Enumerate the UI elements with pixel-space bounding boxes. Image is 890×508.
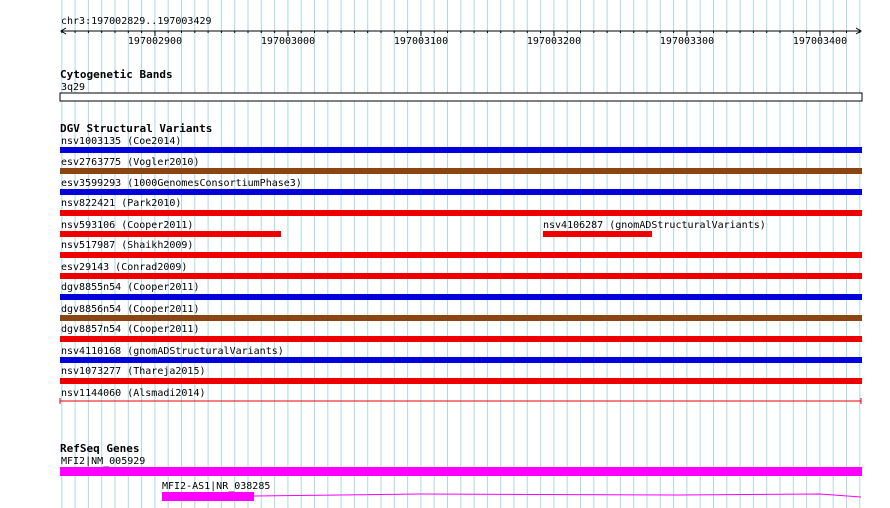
variant-label: nsv4106287 (gnomADStructuralVariants) — [543, 220, 766, 231]
variant-label: esv2763775 (Vogler2010) — [61, 157, 199, 168]
variant-label: nsv1003135 (Coe2014) — [61, 136, 181, 147]
cytoband-label: 3q29 — [61, 82, 85, 93]
variant-label: dgv8855n54 (Cooper2011) — [61, 282, 199, 293]
variant-nsv1073277[interactable] — [60, 378, 862, 384]
variant-label: nsv1073277 (Thareja2015) — [61, 366, 206, 377]
ruler-tick-label: 197002900 — [128, 36, 182, 47]
variant-nsv4106287[interactable] — [543, 231, 652, 237]
variant-nsv517987[interactable] — [60, 252, 862, 258]
variant-label: nsv593106 (Cooper2011) — [61, 220, 193, 231]
gene-label: MFI2|NM_005929 — [61, 456, 145, 467]
region-label: chr3:197002829..197003429 — [61, 16, 212, 27]
ruler-tick-label: 197003100 — [394, 36, 448, 47]
cytoband-3q29[interactable] — [59, 92, 863, 102]
variant-label: esv3599293 (1000GenomesConsortiumPhase3) — [61, 178, 302, 189]
gene-exon[interactable] — [162, 492, 254, 501]
track-title-cytoband: Cytogenetic Bands — [60, 68, 173, 81]
variant-esv2763775[interactable] — [60, 168, 862, 174]
ruler-tick-label: 197003200 — [527, 36, 581, 47]
variant-label: nsv4110168 (gnomADStructuralVariants) — [61, 346, 284, 357]
variant-label: dgv8856n54 (Cooper2011) — [61, 304, 199, 315]
gene-mfi2-as1[interactable] — [162, 492, 862, 501]
variant-nsv593106[interactable] — [60, 231, 281, 237]
gene-label: MFI2-AS1|NR_038285 — [162, 481, 270, 492]
ruler-tick-label: 197003300 — [660, 36, 714, 47]
variant-dgv8855n54[interactable] — [60, 294, 862, 300]
variant-label: esv29143 (Conrad2009) — [61, 262, 187, 273]
variant-nsv4110168[interactable] — [60, 357, 862, 363]
variant-esv3599293[interactable] — [60, 189, 862, 195]
track-canvas: chr3:197002829..197003429 197002900 1970… — [59, 0, 863, 508]
variant-dgv8856n54[interactable] — [60, 315, 862, 321]
gene-mfi2[interactable] — [60, 467, 862, 476]
ruler-tick-label: 197003000 — [261, 36, 315, 47]
variant-label: nsv1144060 (Alsmadi2014) — [61, 388, 206, 399]
variant-label: nsv822421 (Park2010) — [61, 198, 181, 209]
variant-nsv822421[interactable] — [60, 210, 862, 216]
variant-label: dgv8857n54 (Cooper2011) — [61, 324, 199, 335]
variant-esv29143[interactable] — [60, 273, 862, 279]
track-title-dgv: DGV Structural Variants — [60, 122, 212, 135]
track-title-refseq: RefSeq Genes — [60, 442, 139, 455]
variant-label: nsv517987 (Shaikh2009) — [61, 240, 193, 251]
variant-nsv1003135[interactable] — [60, 147, 862, 153]
ruler-minor-ticks — [61, 31, 861, 33]
genome-browser-panel[interactable]: chr3:197002829..197003429 197002900 1970… — [0, 0, 890, 508]
gene-intron-line — [253, 493, 862, 498]
variant-dgv8857n54[interactable] — [60, 336, 862, 342]
ruler-tick-label: 197003400 — [793, 36, 847, 47]
